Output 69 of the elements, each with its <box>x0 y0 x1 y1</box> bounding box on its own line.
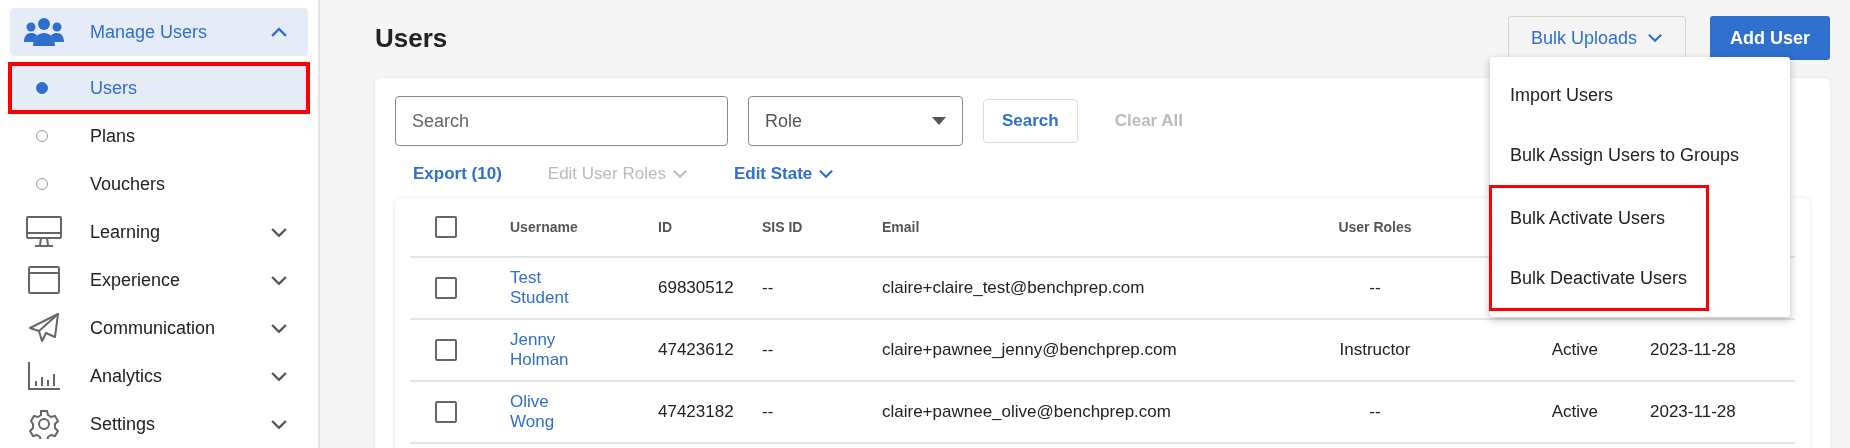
username-link[interactable]: Jenny Holman <box>510 324 590 376</box>
window-icon <box>28 266 60 294</box>
table-cell-text: 69830512 <box>658 277 734 299</box>
column-header: SIS ID <box>762 218 803 237</box>
chevron-icon <box>818 169 835 179</box>
bullet-icon <box>36 82 48 94</box>
menu-item[interactable]: Import Users <box>1490 65 1790 125</box>
column-header: Username <box>510 218 578 237</box>
table-cell-text: 47423612 <box>658 339 734 361</box>
checkbox[interactable] <box>435 339 457 361</box>
bar-chart-icon <box>28 362 60 390</box>
sidebar-item-label: Communication <box>90 317 217 339</box>
column-header: ID <box>658 218 672 237</box>
table-cell-text: claire+pawnee_jenny@benchprep.com <box>882 339 1177 361</box>
table-cell-text: 47423182 <box>658 401 734 423</box>
sidebar-item-label: Settings <box>90 413 157 435</box>
sidebar-subitem-label: Users <box>90 77 137 99</box>
sidebar-item-label: Manage Users <box>90 21 209 43</box>
search-field[interactable]: Search <box>395 96 728 146</box>
users-icon <box>24 18 64 46</box>
page-title: Users <box>375 22 449 54</box>
settings-icon <box>29 409 59 439</box>
monitor-icon <box>26 216 62 248</box>
checkbox[interactable] <box>435 277 457 299</box>
username-link[interactable]: Olive Wong <box>510 386 590 438</box>
search-button[interactable]: Search <box>983 99 1078 143</box>
sidebar-item-label: Learning <box>90 221 162 243</box>
checkbox[interactable] <box>435 216 457 238</box>
action-link[interactable]: Export (10) <box>413 164 502 184</box>
sidebar-item[interactable]: Manage Users <box>10 8 308 56</box>
table-cell-text: 2023-11-28 <box>1649 401 1736 423</box>
table-cell-text: -- <box>762 339 774 361</box>
sidebar-subitem-label: Plans <box>90 125 136 147</box>
sidebar-subitem-label: Vouchers <box>90 173 166 195</box>
column-header: User Roles <box>1338 218 1412 237</box>
table-cell-text: Instructor <box>1339 339 1411 361</box>
sidebar-item[interactable]: Communication <box>10 304 308 352</box>
add-user-button[interactable]: Add User <box>1710 16 1830 60</box>
menu-item[interactable]: Bulk Assign Users to Groups <box>1490 125 1790 185</box>
sidebar-item[interactable]: Analytics <box>10 352 308 400</box>
sidebar-item[interactable]: Learning <box>10 208 308 256</box>
sidebar-subitem[interactable]: Vouchers <box>10 160 308 208</box>
sidebar-item-label: Analytics <box>90 365 164 387</box>
sidebar-item-label: Experience <box>90 269 182 291</box>
table-cell-text: -- <box>762 401 774 423</box>
sidebar-subitem[interactable]: Plans <box>10 112 308 160</box>
action-link[interactable]: Edit State <box>733 164 835 184</box>
menu-item[interactable]: Bulk Activate Users <box>1492 188 1706 248</box>
role-dropdown[interactable]: Role <box>748 96 963 146</box>
paper-plane-icon <box>28 312 60 344</box>
table-cell-text: Active <box>1551 401 1599 423</box>
table-cell-text: -- <box>762 277 774 299</box>
sidebar-subitem[interactable]: Users <box>10 64 308 112</box>
caret-icon <box>932 117 946 125</box>
table-cell-text: claire+pawnee_olive@benchprep.com <box>882 401 1171 423</box>
chevron-icon <box>1647 33 1663 43</box>
bulk-uploads-button[interactable]: Bulk Uploads <box>1507 16 1686 60</box>
table-cell-text: Active <box>1551 339 1599 361</box>
table-cell-text: claire+claire_test@benchprep.com <box>882 277 1145 299</box>
table-cell-text: 2023-11-28 <box>1649 339 1736 361</box>
sidebar-item[interactable]: Settings <box>10 400 308 448</box>
username-link[interactable]: Test Student <box>510 262 590 314</box>
menu-item[interactable]: Bulk Deactivate Users <box>1492 248 1706 308</box>
sidebar-item[interactable]: Experience <box>10 256 308 304</box>
table-cell-text: -- <box>1369 277 1381 299</box>
checkbox[interactable] <box>435 401 457 423</box>
column-header: Email <box>882 218 920 237</box>
chevron-icon <box>671 169 688 179</box>
table-cell-text: -- <box>1369 401 1381 423</box>
